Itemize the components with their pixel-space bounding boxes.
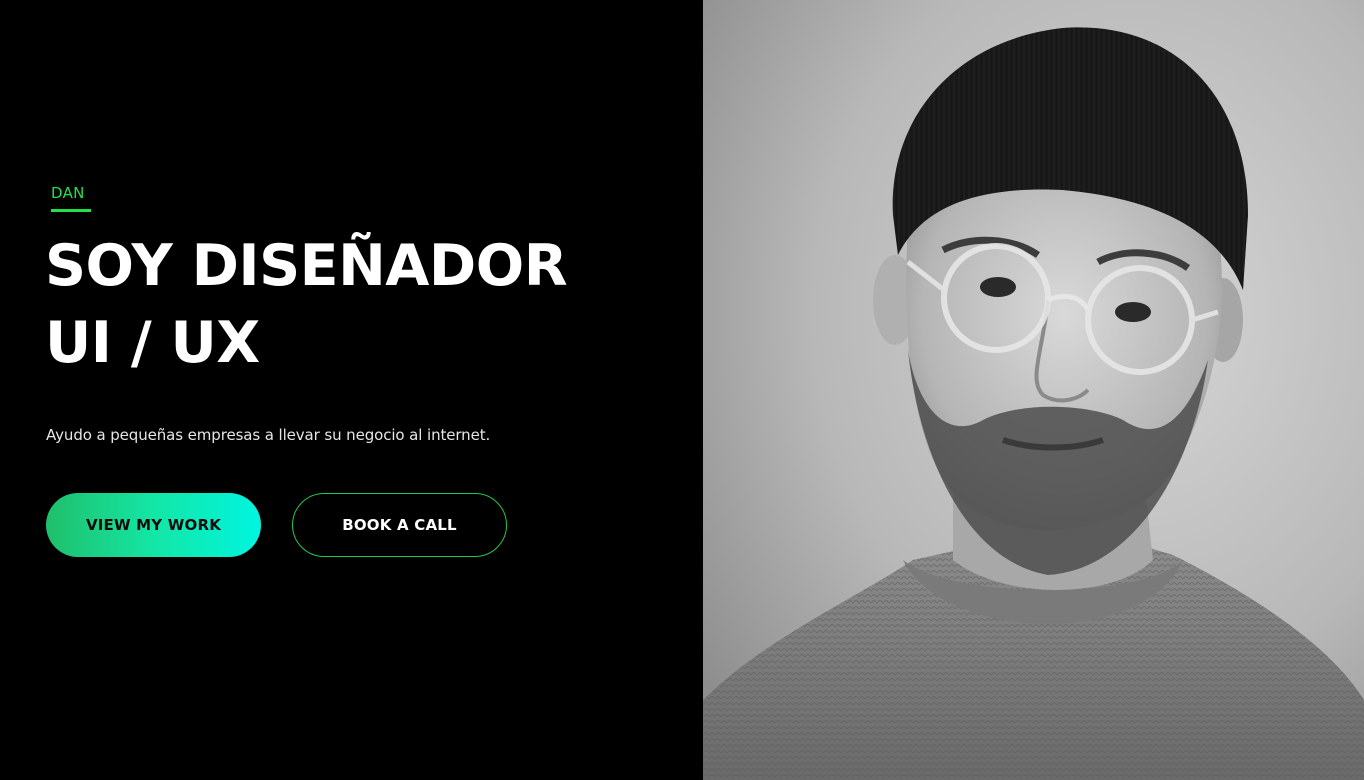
page: DAN SOY DISEÑADOR UI / UX Ayudo a pequeñ… <box>0 0 1364 780</box>
headline-line-2: UI / UX <box>45 310 260 376</box>
headline-line-1: SOY DISEÑADOR <box>45 233 568 299</box>
hero-section: DAN SOY DISEÑADOR UI / UX Ayudo a pequeñ… <box>0 0 703 780</box>
hero-subtitle: Ayudo a pequeñas empresas a llevar su ne… <box>46 426 491 444</box>
portrait-photo <box>703 0 1364 780</box>
hero-eyebrow: DAN <box>51 184 85 202</box>
book-a-call-button[interactable]: BOOK A CALL <box>292 493 507 557</box>
eyebrow-underline <box>51 209 91 212</box>
view-my-work-button[interactable]: VIEW MY WORK <box>46 493 261 557</box>
hero-headline: SOY DISEÑADOR UI / UX <box>45 228 685 382</box>
portrait-illustration <box>703 0 1364 780</box>
